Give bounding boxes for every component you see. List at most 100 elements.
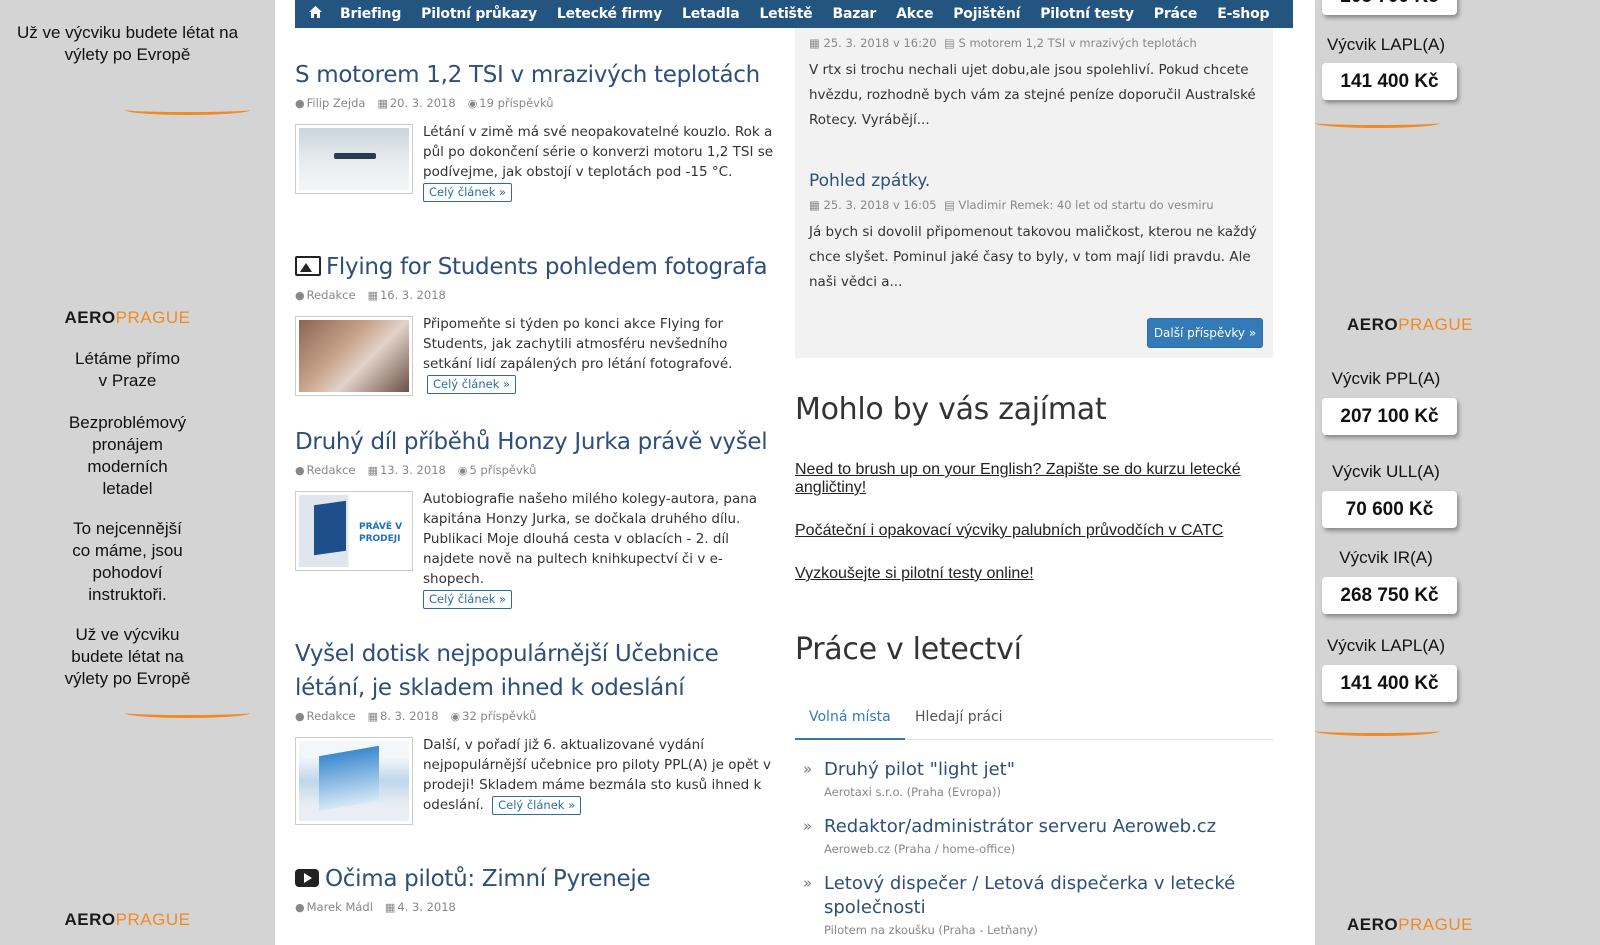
price-box: 207 100 Kč — [1322, 398, 1457, 435]
article-title[interactable]: Vyšel dotisk nejpopulárnější Učebnice lé… — [295, 637, 780, 705]
job-item: » Redaktor/administrátor serveru Aeroweb… — [795, 815, 1273, 856]
nav-item-pojisteni[interactable]: Pojištění — [953, 6, 1020, 22]
article-date: 8. 3. 2018 — [379, 709, 439, 723]
article-author[interactable]: Marek Mádl — [307, 900, 373, 914]
article-item: Vyšel dotisk nejpopulárnější Učebnice lé… — [295, 637, 780, 825]
video-icon — [295, 869, 319, 887]
user-icon: ● — [295, 97, 305, 110]
thumbnail-label: PRÁVĚ V PRODEJI — [359, 522, 403, 544]
price-label: Výcvik LAPL(A) — [1326, 35, 1446, 54]
comments-icon: ◉ — [450, 710, 461, 723]
ad-text: Bezproblémový pronájem moderních letadel — [68, 413, 187, 498]
aeroprague-logo: AEROPRAGUE — [64, 308, 191, 327]
nav-item-letadla[interactable]: Letadla — [682, 6, 740, 22]
user-icon: ● — [295, 901, 305, 914]
article-author[interactable]: Redakce — [307, 288, 356, 302]
tab-hledaji-praci[interactable]: Hledají práci — [901, 695, 1017, 740]
comment-meta: ▦ 25. 3. 2018 v 16:05 ▤ Vladimir Remek: … — [809, 198, 1214, 212]
nav-item-bazar[interactable]: Bazar — [832, 6, 876, 22]
article-title[interactable]: Druhý díl příběhů Honzy Jurka právě vyše… — [295, 425, 780, 459]
job-title[interactable]: Letový dispečer / Letová dispečerka v le… — [824, 872, 1244, 920]
comment-article-link[interactable]: Vladimir Remek: 40 let od startu do vesm… — [958, 198, 1213, 212]
ad-text: Létáme přímo v Praze — [75, 349, 180, 390]
article-item: Flying for Students pohledem fotografa ●… — [295, 250, 780, 396]
read-more-button[interactable]: Celý článek » — [423, 590, 513, 609]
article-thumbnail[interactable] — [295, 737, 413, 825]
article-meta: ● Filip Zejda ▦ 20. 3. 2018 ◉ 19 příspěvků — [295, 96, 780, 116]
article-thumbnail[interactable] — [295, 316, 413, 396]
nav-item-akce[interactable]: Akce — [896, 6, 933, 22]
article-author[interactable]: Filip Zejda — [307, 96, 366, 110]
interest-link[interactable]: Need to brush up on your English? Zapišt… — [795, 461, 1265, 497]
read-more-button[interactable]: Celý článek » — [427, 375, 517, 394]
left-ad-banner[interactable]: Už ve výcviku budete létat na výlety po … — [0, 0, 255, 945]
nav-item-pilotni-testy[interactable]: Pilotní testy — [1040, 6, 1134, 22]
article-date: 4. 3. 2018 — [397, 900, 456, 914]
comment-title[interactable]: Pohled zpátky. — [809, 171, 930, 191]
article-title[interactable]: S motorem 1,2 TSI v mrazivých teplotách — [295, 58, 780, 92]
calendar-icon: ▦ — [367, 710, 378, 723]
interest-link[interactable]: Vyzkoušejte si pilotní testy online! — [795, 565, 1265, 583]
ad-text: Už ve výcviku budete létat na výlety po … — [16, 23, 239, 64]
article-date: 13. 3. 2018 — [379, 463, 446, 477]
calendar-icon: ▦ — [367, 464, 378, 477]
price-label: Výcvik IR(A) — [1339, 548, 1433, 567]
more-comments-button[interactable]: Další příspěvky » — [1147, 318, 1263, 348]
right-ad-banner[interactable]: 205 700 Kč Výcvik LAPL(A) 141 400 Kč AER… — [1315, 0, 1600, 945]
article-meta: ● Redakce ▦ 13. 3. 2018 ◉ 5 příspěvků — [295, 463, 780, 483]
ad-text: To nejcennější co máme, jsou pohodoví in… — [72, 519, 183, 604]
comments-icon: ◉ — [467, 97, 478, 110]
job-company: Pilotem na zkoušku (Praha - Letňany) — [824, 923, 1038, 937]
chevron-right-icon: » — [803, 817, 813, 835]
price-box: 70 600 Kč — [1322, 491, 1457, 528]
price-label: Výcvik ULL(A) — [1332, 462, 1440, 481]
tab-volna-mista[interactable]: Volná místa — [795, 695, 905, 740]
article-title[interactable]: Očima pilotů: Zimní Pyreneje — [295, 862, 780, 896]
user-icon: ● — [295, 464, 305, 477]
article-author[interactable]: Redakce — [307, 709, 356, 723]
article-perex: Připomeňte si týden po konci akce Flying… — [423, 316, 733, 372]
read-more-button[interactable]: Celý článek » — [423, 183, 513, 202]
comment-text: V rtx si trochu nechali ujet dobu,ale js… — [809, 62, 1256, 128]
top-navigation: Briefing Pilotní průkazy Letecké firmy L… — [295, 0, 1293, 28]
article-perex: Další, v pořadí již 6. aktualizované vyd… — [423, 737, 771, 813]
nav-item-eshop[interactable]: E-shop — [1217, 6, 1269, 22]
article-comments[interactable]: 32 příspěvků — [462, 709, 536, 723]
calendar-icon: ▦ — [809, 36, 820, 50]
price-label: Výcvik PPL(A) — [1331, 369, 1441, 388]
swoosh-decoration — [1315, 118, 1440, 128]
job-title[interactable]: Druhý pilot "light jet" — [824, 758, 1273, 782]
article-date: 20. 3. 2018 — [389, 96, 456, 110]
read-more-button[interactable]: Celý článek » — [492, 796, 582, 815]
comment-datetime: 25. 3. 2018 v 16:05 — [823, 198, 937, 212]
home-icon[interactable] — [309, 6, 322, 22]
nav-item-letiste[interactable]: Letiště — [759, 6, 812, 22]
interest-link[interactable]: Počáteční i opakovací výcviky palubních … — [795, 522, 1265, 540]
nav-item-letecke-firmy[interactable]: Letecké firmy — [557, 6, 662, 22]
calendar-icon: ▦ — [377, 97, 388, 110]
main-content: Briefing Pilotní průkazy Letecké firmy L… — [275, 0, 1315, 945]
newspaper-icon: ▤ — [943, 36, 955, 50]
article-author[interactable]: Redakce — [307, 463, 356, 477]
comment-text: Já bych si dovolil připomenout takovou m… — [809, 224, 1257, 290]
comment-datetime: 25. 3. 2018 v 16:20 — [823, 36, 937, 50]
swoosh-decoration — [125, 708, 250, 718]
article-comments[interactable]: 5 příspěvků — [469, 463, 536, 477]
article-item: Očima pilotů: Zimní Pyreneje ● Marek Mádl… — [295, 862, 780, 920]
calendar-icon: ▦ — [809, 198, 820, 212]
nav-item-briefing[interactable]: Briefing — [340, 6, 401, 22]
job-title[interactable]: Redaktor/administrátor serveru Aeroweb.c… — [824, 815, 1273, 839]
article-thumbnail[interactable]: PRÁVĚ V PRODEJI — [295, 491, 413, 571]
comment-article-link[interactable]: S motorem 1,2 TSI v mrazivých teplotách — [958, 36, 1196, 50]
article-title[interactable]: Flying for Students pohledem fotografa — [295, 250, 780, 284]
price-box: 205 700 Kč — [1322, 0, 1457, 15]
article-thumbnail[interactable] — [295, 124, 413, 194]
nav-item-pilotni-prukazy[interactable]: Pilotní průkazy — [421, 6, 537, 22]
article-perex: Autobiografie našeho milého kolegy-autor… — [423, 491, 758, 587]
price-box: 141 400 Kč — [1322, 63, 1457, 100]
latest-comments-box: ▦ 25. 3. 2018 v 16:20 ▤ S motorem 1,2 TS… — [795, 28, 1273, 358]
article-date: 16. 3. 2018 — [379, 288, 446, 302]
nav-item-prace[interactable]: Práce — [1154, 6, 1198, 22]
article-comments[interactable]: 19 příspěvků — [479, 96, 553, 110]
newspaper-icon: ▤ — [943, 198, 955, 212]
